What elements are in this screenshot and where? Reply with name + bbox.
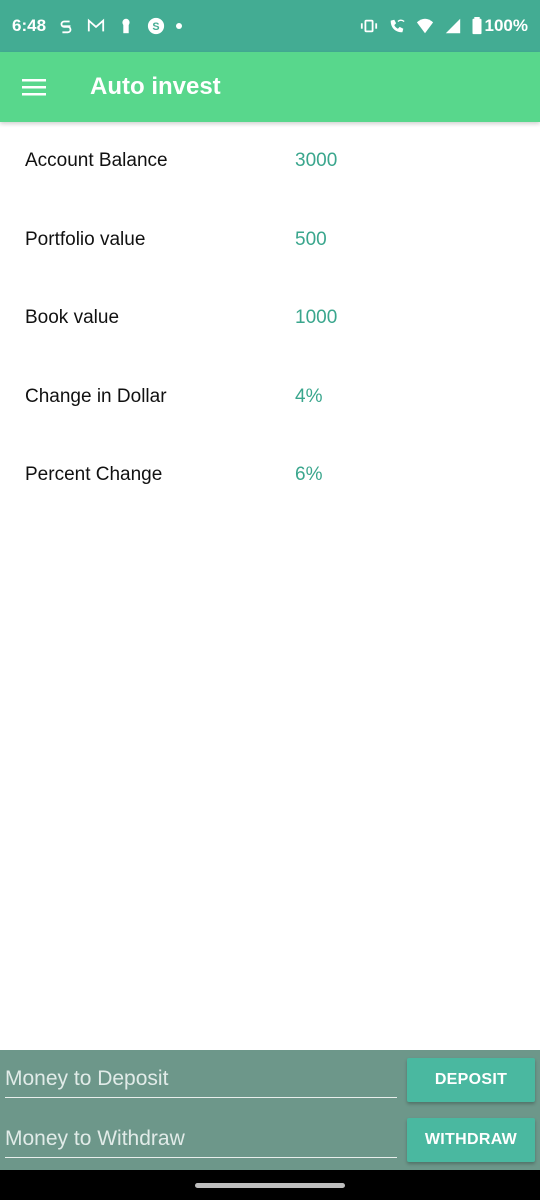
transaction-panel: DEPOSIT WITHDRAW xyxy=(0,1050,540,1170)
portfolio-value-row: Portfolio value 500 xyxy=(0,201,540,280)
svg-text:S: S xyxy=(152,21,159,33)
row-label: Percent Change xyxy=(25,464,163,486)
signal-icon xyxy=(443,16,463,36)
row-label: Account Balance xyxy=(25,150,168,172)
system-nav-bar xyxy=(0,1170,540,1200)
status-right: 100% xyxy=(359,16,528,36)
book-value-row: Book value 1000 xyxy=(0,279,540,358)
vibrate-icon xyxy=(359,16,379,36)
row-label: Book value xyxy=(25,307,120,329)
change-in-dollar-row: Change in Dollar 4% xyxy=(0,358,540,437)
deposit-input[interactable] xyxy=(5,1060,397,1098)
percent-change-row: Percent Change 6% xyxy=(0,436,540,515)
battery-indicator: 100% xyxy=(471,16,528,36)
row-value: 3000 xyxy=(295,150,338,172)
dot-icon xyxy=(176,23,183,29)
keyhole-icon xyxy=(116,16,136,36)
row-label: Change in Dollar xyxy=(25,385,167,407)
hamburger-menu-icon[interactable] xyxy=(0,52,70,122)
deposit-row: DEPOSIT xyxy=(0,1050,540,1110)
withdraw-button[interactable]: WITHDRAW xyxy=(407,1118,535,1162)
row-value: 4% xyxy=(295,385,323,407)
gmail-icon xyxy=(86,16,106,36)
s-circle-icon: S xyxy=(146,16,166,36)
row-value: 6% xyxy=(295,464,323,486)
home-gesture-handle[interactable] xyxy=(195,1182,345,1188)
battery-icon xyxy=(471,16,483,36)
battery-percent: 100% xyxy=(484,16,528,35)
s-app-icon xyxy=(56,16,76,36)
row-value: 1000 xyxy=(295,307,338,329)
withdraw-row: WITHDRAW xyxy=(0,1110,540,1170)
status-left: 6:48 S xyxy=(12,16,183,36)
wifi-call-icon xyxy=(387,16,407,36)
app-bar: Auto invest xyxy=(0,52,540,122)
account-balance-row: Account Balance 3000 xyxy=(0,122,540,201)
status-time: 6:48 xyxy=(12,16,47,35)
status-bar: 6:48 S 100% xyxy=(0,0,540,52)
account-summary: Account Balance 3000 Portfolio value 500… xyxy=(0,122,540,515)
page-title: Auto invest xyxy=(90,73,221,100)
row-label: Portfolio value xyxy=(25,228,146,250)
row-value: 500 xyxy=(295,228,327,250)
wifi-icon xyxy=(415,16,435,36)
deposit-button[interactable]: DEPOSIT xyxy=(407,1058,535,1102)
withdraw-input[interactable] xyxy=(5,1120,397,1158)
